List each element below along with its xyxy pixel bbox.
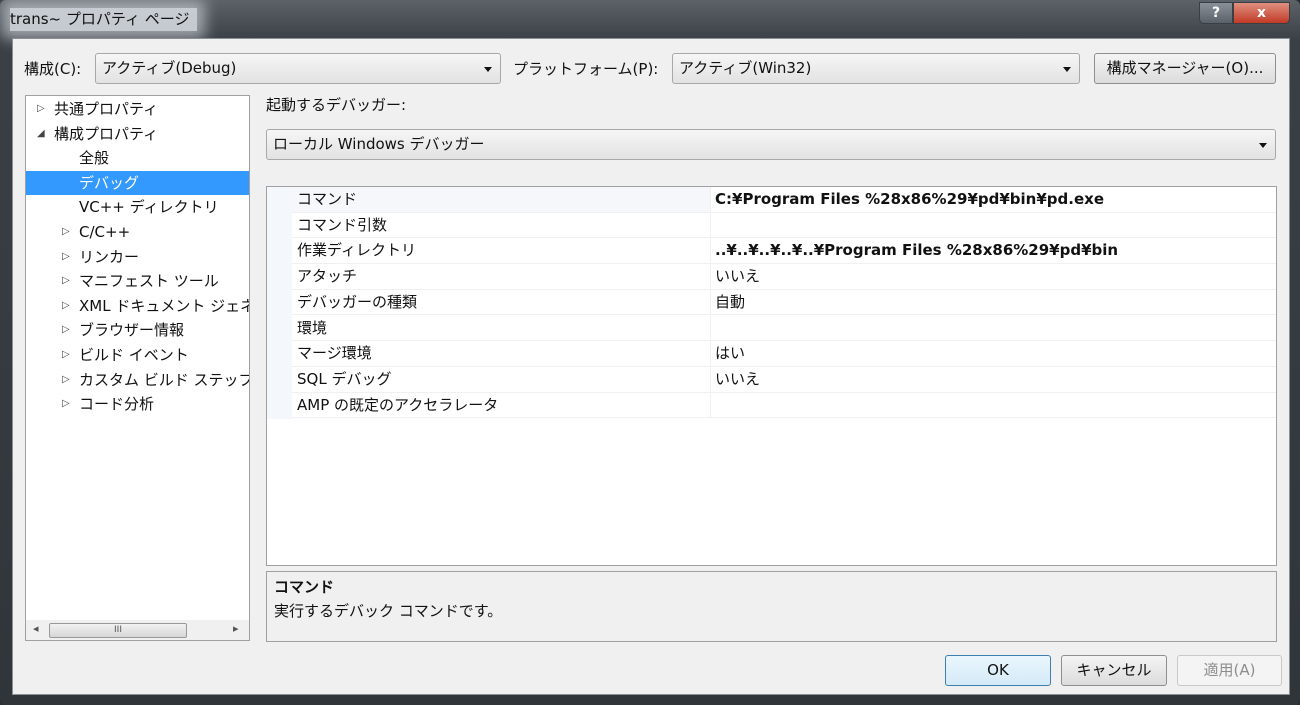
expand-icon[interactable]: ▷	[62, 294, 70, 318]
config-combo[interactable]: アクティブ(Debug)	[95, 53, 501, 84]
property-name: コマンド引数	[297, 215, 388, 234]
property-value[interactable]: はい	[715, 341, 745, 366]
column-divider	[710, 238, 711, 264]
tree-item[interactable]: ▷ 共通プロパティ	[26, 97, 249, 121]
property-grid: コマンド C:¥Program Files %28x86%29¥pd¥bin¥pd…	[266, 186, 1277, 566]
tree-item-label: デバッグ	[79, 173, 140, 192]
property-value[interactable]: 自動	[715, 290, 745, 315]
column-divider	[710, 315, 711, 341]
tree-item-label: コード分析	[79, 395, 155, 414]
expand-icon[interactable]: ▷	[62, 392, 70, 416]
tree-item-label: 全般	[79, 149, 110, 168]
property-name: 環境	[297, 318, 328, 337]
debugger-label: 起動するデバッガー:	[266, 96, 407, 114]
apply-button[interactable]: 適用(A)	[1177, 655, 1282, 686]
tree-item-label: VC++ ディレクトリ	[79, 198, 219, 217]
tree-item[interactable]: ▷ ブラウザー情報	[26, 318, 249, 342]
platform-combo[interactable]: アクティブ(Win32)	[672, 53, 1080, 84]
tree-item[interactable]: ◢ 構成プロパティ	[26, 122, 249, 146]
help-button[interactable]: ?	[1199, 2, 1233, 24]
property-name: 作業ディレクトリ	[297, 241, 416, 260]
tree-item-label: ビルド イベント	[79, 346, 189, 364]
close-button[interactable]: x	[1233, 2, 1290, 24]
debugger-combo[interactable]: ローカル Windows デバッガー	[266, 129, 1276, 160]
expand-icon[interactable]: ▷	[37, 97, 45, 121]
column-divider	[710, 187, 711, 212]
tree-item-label: リンカー	[79, 247, 140, 266]
tree-item[interactable]: ▷ リンカー	[26, 245, 249, 269]
property-name: アタッチ	[297, 267, 358, 286]
debugger-value: ローカル Windows デバッガー	[273, 135, 485, 153]
column-divider	[710, 289, 711, 315]
property-row[interactable]: デバッガーの種類 自動	[292, 289, 1276, 316]
collapse-icon[interactable]: ◢	[37, 122, 45, 146]
column-divider	[710, 366, 711, 392]
property-name: マージ環境	[297, 344, 372, 363]
column-divider	[710, 341, 711, 366]
property-row[interactable]: コマンド C:¥Program Files %28x86%29¥pd¥bin¥pd…	[292, 187, 1276, 213]
property-name: コマンド	[297, 190, 358, 208]
property-value[interactable]: いいえ	[715, 264, 760, 289]
property-row[interactable]: AMP の既定のアクセラレータ	[292, 392, 1276, 419]
chevron-down-icon	[1063, 67, 1071, 72]
config-value: アクティブ(Debug)	[102, 59, 237, 77]
expand-icon[interactable]: ▷	[62, 220, 70, 244]
tree-item[interactable]: ▷ コード分析	[26, 392, 249, 416]
expand-icon[interactable]: ▷	[62, 368, 70, 392]
tree-item-label: マニフェスト ツール	[79, 272, 219, 291]
property-tree: ▷ 共通プロパティ ◢ 構成プロパティ 全般 デバッグ VC++ ディレクトリ ▷ C/C++ ▷…	[25, 95, 250, 641]
description-text: 実行するデバック コマンドです。	[274, 602, 503, 620]
property-row[interactable]: 環境	[292, 315, 1276, 342]
property-name: SQL デバッグ	[297, 369, 392, 388]
window-title: trans~ プロパティ ページ	[10, 8, 198, 31]
tree-item[interactable]: ▷ カスタム ビルド ステップ	[26, 368, 249, 392]
description-panel: コマンド 実行するデバック コマンドです。	[266, 571, 1277, 642]
property-row[interactable]: コマンド引数	[292, 212, 1276, 239]
ok-button[interactable]: OK	[945, 655, 1051, 686]
tree-item[interactable]: ▷ ビルド イベント	[26, 343, 249, 367]
property-row[interactable]: アタッチ いいえ	[292, 264, 1276, 290]
tree-item[interactable]: ▷ マニフェスト ツール	[26, 269, 249, 293]
platform-label: プラットフォーム(P):	[513, 60, 659, 78]
property-row[interactable]: SQL デバッグ いいえ	[292, 366, 1276, 393]
cancel-button[interactable]: キャンセル	[1061, 655, 1167, 686]
tree-item[interactable]: VC++ ディレクトリ	[26, 195, 249, 219]
property-row[interactable]: マージ環境 はい	[292, 341, 1276, 367]
tree-item[interactable]: デバッグ	[26, 170, 249, 195]
column-divider	[710, 392, 711, 418]
tree-item[interactable]: 全般	[26, 146, 249, 170]
tree-item-label: XML ドキュメント ジェネレーター	[79, 296, 249, 315]
property-name: デバッガーの種類	[297, 292, 418, 311]
scroll-left-icon[interactable]: ◂	[33, 622, 39, 635]
config-label: 構成(C):	[24, 60, 82, 78]
expand-icon[interactable]: ▷	[62, 269, 70, 293]
scroll-right-icon[interactable]: ▸	[233, 622, 239, 635]
grid-gutter	[267, 187, 292, 419]
column-divider	[710, 212, 711, 238]
chevron-down-icon	[484, 67, 492, 72]
config-manager-button[interactable]: 構成マネージャー(O)...	[1094, 53, 1276, 84]
tree-item[interactable]: ▷ C/C++	[26, 220, 249, 244]
description-title: コマンド	[274, 578, 335, 596]
chevron-down-icon	[1259, 143, 1267, 148]
tree-item-label: 共通プロパティ	[54, 100, 159, 118]
horizontal-scrollbar[interactable]: ◂ III ▸	[26, 620, 249, 640]
expand-icon[interactable]: ▷	[62, 343, 70, 367]
property-value[interactable]: C:¥Program Files %28x86%29¥pd¥bin¥pd.exe	[715, 187, 1104, 212]
expand-icon[interactable]: ▷	[62, 245, 70, 269]
platform-value: アクティブ(Win32)	[679, 59, 812, 77]
tree-item-label: ブラウザー情報	[79, 321, 185, 340]
property-value[interactable]: いいえ	[715, 367, 760, 392]
tree-item[interactable]: ▷ XML ドキュメント ジェネレーター	[26, 294, 249, 318]
tree-item-label: C/C++	[79, 223, 131, 241]
scroll-thumb[interactable]: III	[49, 623, 187, 638]
property-name: AMP の既定のアクセラレータ	[297, 395, 499, 414]
property-value[interactable]: ..¥..¥..¥..¥..¥Program Files %28x86%29¥p…	[715, 238, 1118, 263]
property-row[interactable]: 作業ディレクトリ ..¥..¥..¥..¥..¥Program Files %28…	[292, 238, 1276, 265]
tree-item-label: 構成プロパティ	[54, 124, 159, 143]
tree-item-label: カスタム ビルド ステップ	[79, 370, 250, 389]
expand-icon[interactable]: ▷	[62, 318, 70, 342]
column-divider	[710, 264, 711, 289]
